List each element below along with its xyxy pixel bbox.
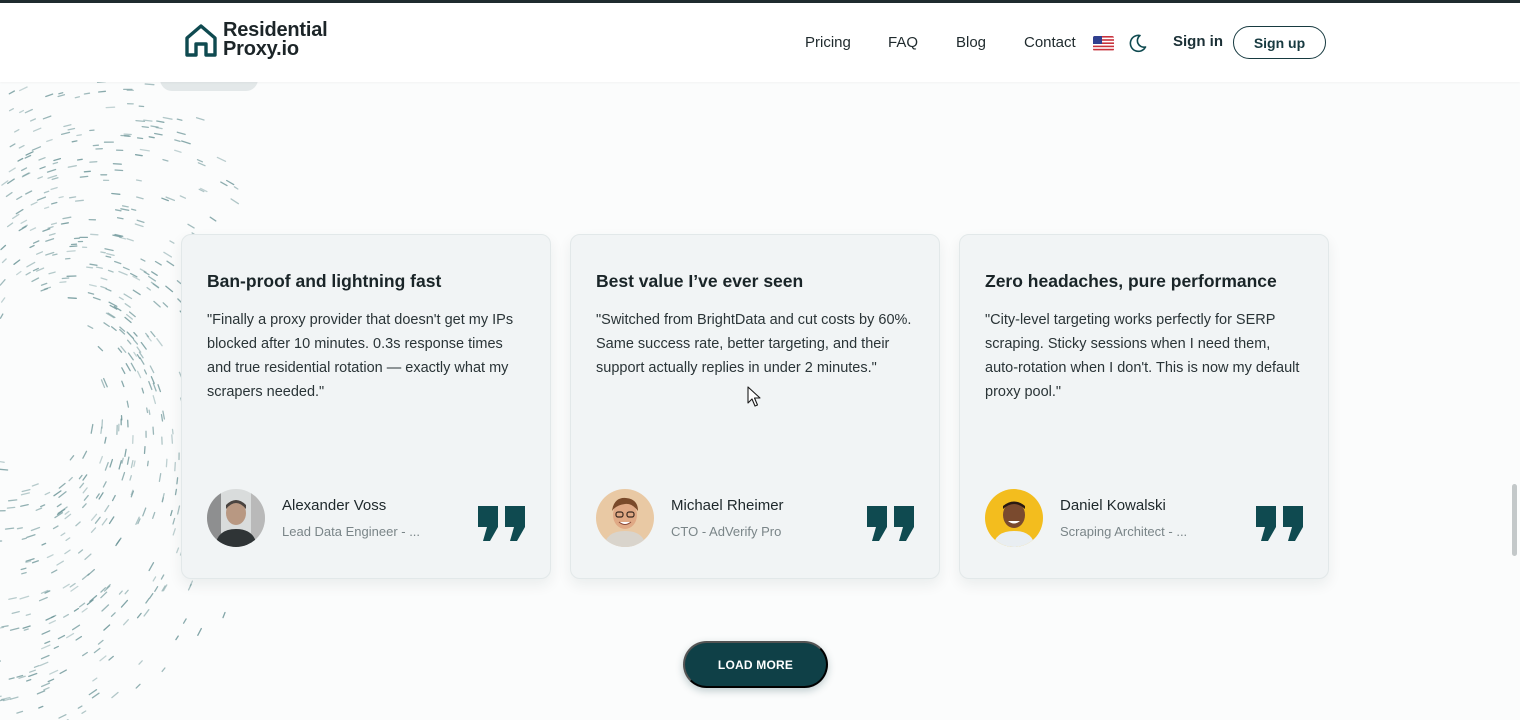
avatar-photo xyxy=(985,489,1043,547)
person-role: CTO - AdVerify Pro xyxy=(671,524,781,539)
load-more-button[interactable]: LOAD MORE xyxy=(683,641,828,688)
avatar xyxy=(596,489,654,547)
testimonial-title: Best value I’ve ever seen xyxy=(596,271,803,292)
us-flag-icon[interactable] xyxy=(1093,36,1114,51)
avatar-photo xyxy=(596,489,654,547)
nav-pricing[interactable]: Pricing xyxy=(805,34,851,51)
person-name: Daniel Kowalski xyxy=(1060,497,1166,514)
logo[interactable]: Residential Proxy.io xyxy=(184,21,328,59)
scrollbar-thumb[interactable] xyxy=(1512,484,1517,556)
nav-blog[interactable]: Blog xyxy=(956,34,986,51)
avatar-photo xyxy=(207,489,265,547)
quote-icon xyxy=(476,503,528,543)
testimonial-text: "Switched from BrightData and cut costs … xyxy=(596,308,916,380)
avatar xyxy=(985,489,1043,547)
moon-icon[interactable] xyxy=(1128,33,1148,53)
logo-text: Residential Proxy.io xyxy=(223,21,328,59)
testimonial-card: Ban-proof and lightning fast "Finally a … xyxy=(181,234,551,579)
sign-up-button[interactable]: Sign up xyxy=(1233,26,1326,59)
testimonial-text: "City-level targeting works perfectly fo… xyxy=(985,308,1305,404)
testimonial-text: "Finally a proxy provider that doesn't g… xyxy=(207,308,527,404)
nav-faq[interactable]: FAQ xyxy=(888,34,918,51)
house-icon xyxy=(184,22,218,58)
person-role: Scraping Architect - ... xyxy=(1060,524,1187,539)
mouse-cursor-icon xyxy=(747,386,761,408)
sign-in-link[interactable]: Sign in xyxy=(1173,33,1223,50)
person-name: Michael Rheimer xyxy=(671,497,784,514)
quote-icon xyxy=(865,503,917,543)
nav-contact[interactable]: Contact xyxy=(1024,34,1076,51)
person-name: Alexander Voss xyxy=(282,497,386,514)
quote-icon xyxy=(1254,503,1306,543)
person-role: Lead Data Engineer - ... xyxy=(282,524,420,539)
avatar xyxy=(207,489,265,547)
testimonial-title: Zero headaches, pure performance xyxy=(985,271,1277,292)
testimonial-card: Zero headaches, pure performance "City-l… xyxy=(959,234,1329,579)
logo-line-2: Proxy.io xyxy=(223,40,328,59)
testimonial-title: Ban-proof and lightning fast xyxy=(207,271,441,292)
site-header: Residential Proxy.io Pricing FAQ Blog Co… xyxy=(0,3,1520,82)
